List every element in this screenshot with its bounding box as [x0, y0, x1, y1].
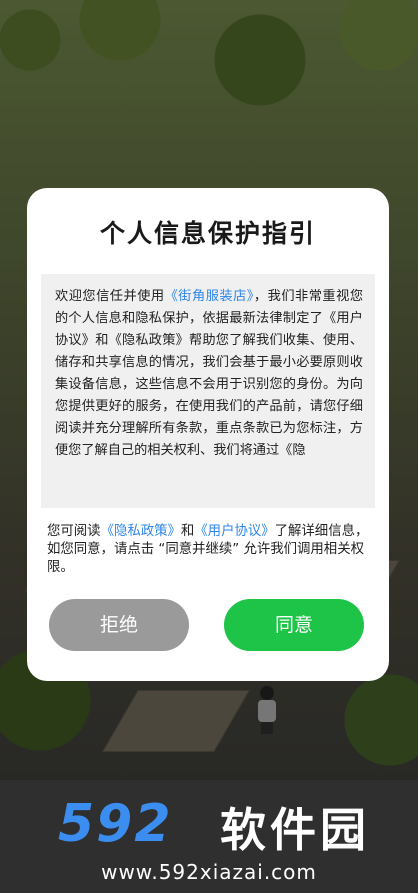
user-agreement-link[interactable]: 《用户协议》 — [194, 524, 274, 539]
consent-notice: 您可阅读《隐私政策》和《用户协议》了解详细信息，如您同意，请点击 “同意并继续”… — [47, 524, 369, 575]
policy-text-box[interactable]: 欢迎您信任并使用《街角服装店》，我们非常重视您的个人信息和隐私保护，依据最新法律… — [41, 274, 375, 508]
intro-text: 欢迎您信任并使用 — [55, 289, 165, 304]
app-name-link[interactable]: 《街角服装店》 — [165, 289, 254, 304]
privacy-policy-link[interactable]: 《隐私政策》 — [101, 524, 181, 539]
refuse-button[interactable]: 拒绝 — [49, 599, 189, 651]
watermark-number: 592 — [58, 794, 173, 854]
agree-button[interactable]: 同意 — [224, 599, 364, 651]
privacy-dialog: 个人信息保护指引 欢迎您信任并使用《街角服装店》，我们非常重视您的个人信息和隐私… — [27, 188, 389, 681]
policy-body-text: ，我们非常重视您的个人信息和隐私保护，依据最新法律制定了《用户协议》和《隐私政策… — [55, 289, 364, 458]
dialog-title: 个人信息保护指引 — [99, 219, 316, 248]
watermark-url: www.592xiazai.com — [101, 860, 317, 884]
watermark-name: 软件园 — [220, 803, 370, 857]
watermark-banner: 592 软件园 www.592xiazai.com — [0, 780, 418, 893]
